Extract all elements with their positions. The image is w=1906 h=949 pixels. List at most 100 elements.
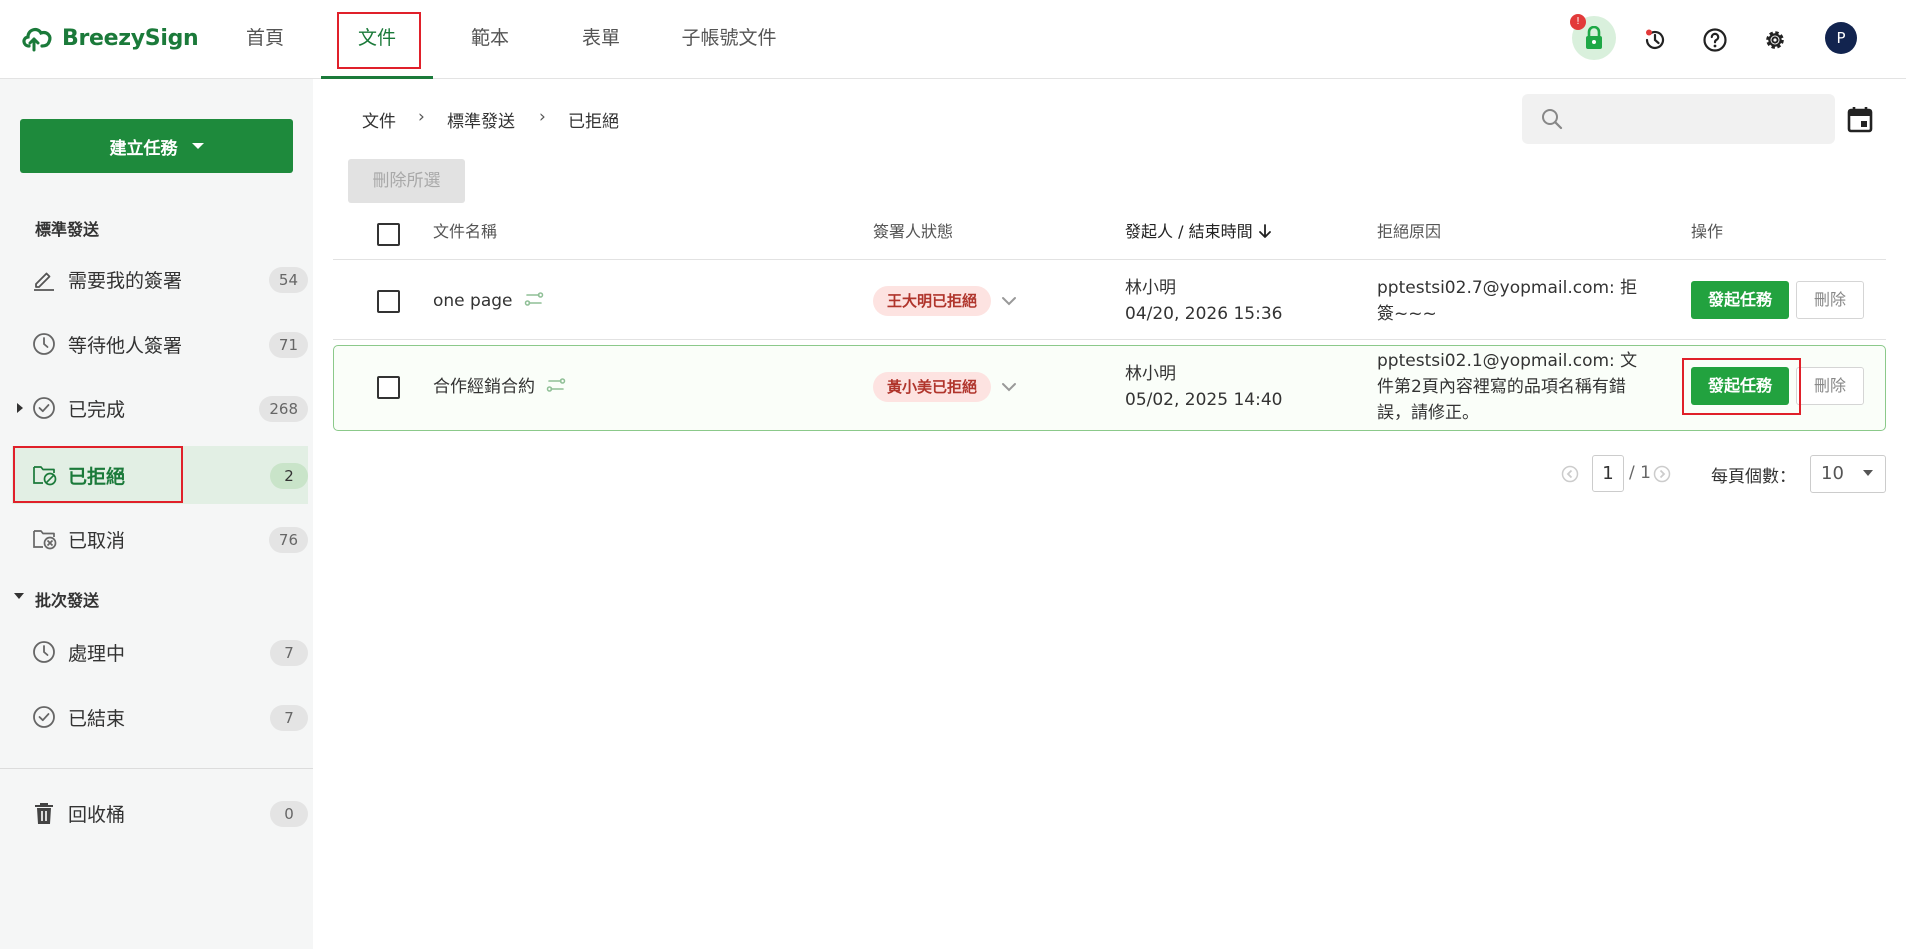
prev-page-icon[interactable] [1561,465,1579,483]
settings-button[interactable] [1755,20,1795,60]
history-icon [1645,29,1665,49]
column-header-initiator-time[interactable]: 發起人 / 結束時間 [1125,218,1272,242]
reject-reason: pptestsi02.1@yopmail.com: 文 [1377,351,1638,371]
reject-reason: 件第2頁內容裡寫的品項名稱有錯 [1377,377,1626,397]
chevron-down-icon[interactable] [1001,381,1017,393]
caret-down-icon [1863,470,1873,476]
avatar[interactable]: P [1825,22,1857,54]
document-name[interactable]: 合作經銷合約 [433,374,566,400]
delete-button[interactable]: 刪除 [1796,367,1864,405]
sidebar-item-trash[interactable]: 回收桶 0 [12,784,308,842]
count-badge: 268 [259,396,308,422]
select-all-checkbox[interactable] [377,223,400,246]
count-badge: 71 [268,332,308,358]
folder-cancel-icon [33,530,57,550]
row-checkbox[interactable] [377,376,400,399]
reject-reason: 誤，請修正。 [1377,403,1479,423]
column-header-label: 發起人 / 結束時間 [1125,222,1253,241]
alert-badge-icon: ! [1570,14,1586,30]
clock-icon [33,333,55,355]
sidebar-item-processing[interactable]: 處理中 7 [12,623,308,681]
row-divider [333,339,1886,340]
sidebar: 建立任務 標準發送 需要我的簽署 54 等待他人簽署 71 已完成 268 已拒… [0,79,313,949]
logo-icon [22,27,52,52]
sidebar-item-label: 處理中 [68,642,126,665]
sidebar-item-label: 需要我的簽署 [68,269,183,292]
sidebar-item-waiting-others[interactable]: 等待他人簽署 71 [12,315,308,373]
column-header-reason: 拒絕原因 [1377,222,1442,241]
search-input[interactable] [1522,94,1835,144]
section-title-batch: 批次發送 [35,591,100,610]
count-badge: 0 [270,801,308,827]
signer-status-tag: 王大明已拒絕 [873,286,992,316]
next-page-icon[interactable] [1653,465,1671,483]
sort-down-icon [1258,224,1271,238]
sidebar-item-rejected[interactable]: 已拒絕 2 [12,446,308,504]
end-time: 04/20, 2026 15:36 [1125,304,1283,324]
per-page-value: 10 [1821,463,1844,484]
help-icon [1703,28,1727,52]
row-checkbox[interactable] [377,290,400,313]
pen-icon [34,272,54,291]
delete-selected-button[interactable]: 刪除所選 [348,159,465,203]
document-name-text: one page [433,291,513,311]
sidebar-item-label: 已拒絕 [68,465,126,488]
breadcrumb-standard[interactable]: 標準發送 [447,107,515,132]
column-header-actions: 操作 [1691,222,1724,241]
tab-documents[interactable]: 文件 [321,0,433,79]
document-name[interactable]: one page [433,288,544,314]
help-button[interactable] [1695,20,1735,60]
document-name-text: 合作經銷合約 [433,377,535,397]
flow-icon [547,378,566,392]
settings-icon [1766,31,1784,49]
count-badge: 7 [270,705,308,731]
logo[interactable]: BreezySign [20,22,199,54]
check-circle-icon [33,706,55,728]
sidebar-item-cancelled[interactable]: 已取消 76 [12,510,308,568]
count-badge: 76 [268,527,308,553]
section-title-standard: 標準發送 [35,220,100,239]
sidebar-item-finished[interactable]: 已結束 7 [12,688,308,746]
count-badge: 54 [268,267,308,293]
count-badge: 2 [270,463,308,489]
per-page-select[interactable]: 10 [1810,455,1886,493]
column-header-signer-status: 簽署人狀態 [873,222,954,241]
collapse-arrow-icon[interactable] [13,592,25,600]
tab-forms[interactable]: 表單 [566,0,636,79]
caret-down-icon [191,143,204,149]
sidebar-item-completed[interactable]: 已完成 268 [12,379,308,437]
tab-sub-account-documents[interactable]: 子帳號文件 [670,0,788,79]
create-task-button[interactable]: 建立任務 [20,119,293,173]
start-task-button[interactable]: 發起任務 [1691,367,1789,405]
breadcrumb-current: 已拒絕 [568,112,619,132]
chevron-down-icon[interactable] [1001,295,1017,307]
lock-button[interactable]: ! [1570,14,1616,60]
tab-home[interactable]: 首頁 [230,0,300,79]
column-header-name: 文件名稱 [433,222,498,241]
sidebar-item-label: 等待他人簽署 [68,334,183,357]
reject-reason: 簽~~~ [1377,304,1437,324]
reject-reason: pptestsi02.7@yopmail.com: 拒 [1377,278,1638,298]
initiator-name: 林小明 [1125,364,1176,384]
sidebar-item-need-my-signature[interactable]: 需要我的簽署 54 [12,250,308,308]
end-time: 05/02, 2025 14:40 [1125,390,1283,410]
start-task-button[interactable]: 發起任務 [1691,281,1789,319]
expand-arrow-icon [17,403,23,413]
history-button[interactable] [1635,20,1675,60]
search-icon [1542,109,1563,130]
logo-text: BreezySign [62,25,199,51]
create-task-label: 建立任務 [109,138,178,159]
count-badge: 7 [270,640,308,666]
tab-templates[interactable]: 範本 [455,0,525,79]
initiator-name: 林小明 [1125,278,1176,298]
calendar-icon[interactable] [1847,105,1873,133]
trash-icon [35,803,53,824]
delete-button[interactable]: 刪除 [1796,281,1864,319]
breadcrumb-separator: › [539,107,546,127]
sidebar-item-label: 已取消 [68,529,126,552]
flow-icon [524,292,544,306]
breadcrumb-documents[interactable]: 文件 [362,107,396,132]
signer-status-tag: 黃小美已拒絕 [873,372,992,402]
page-number-input[interactable]: 1 [1592,455,1624,492]
sidebar-item-label: 已完成 [68,398,126,421]
